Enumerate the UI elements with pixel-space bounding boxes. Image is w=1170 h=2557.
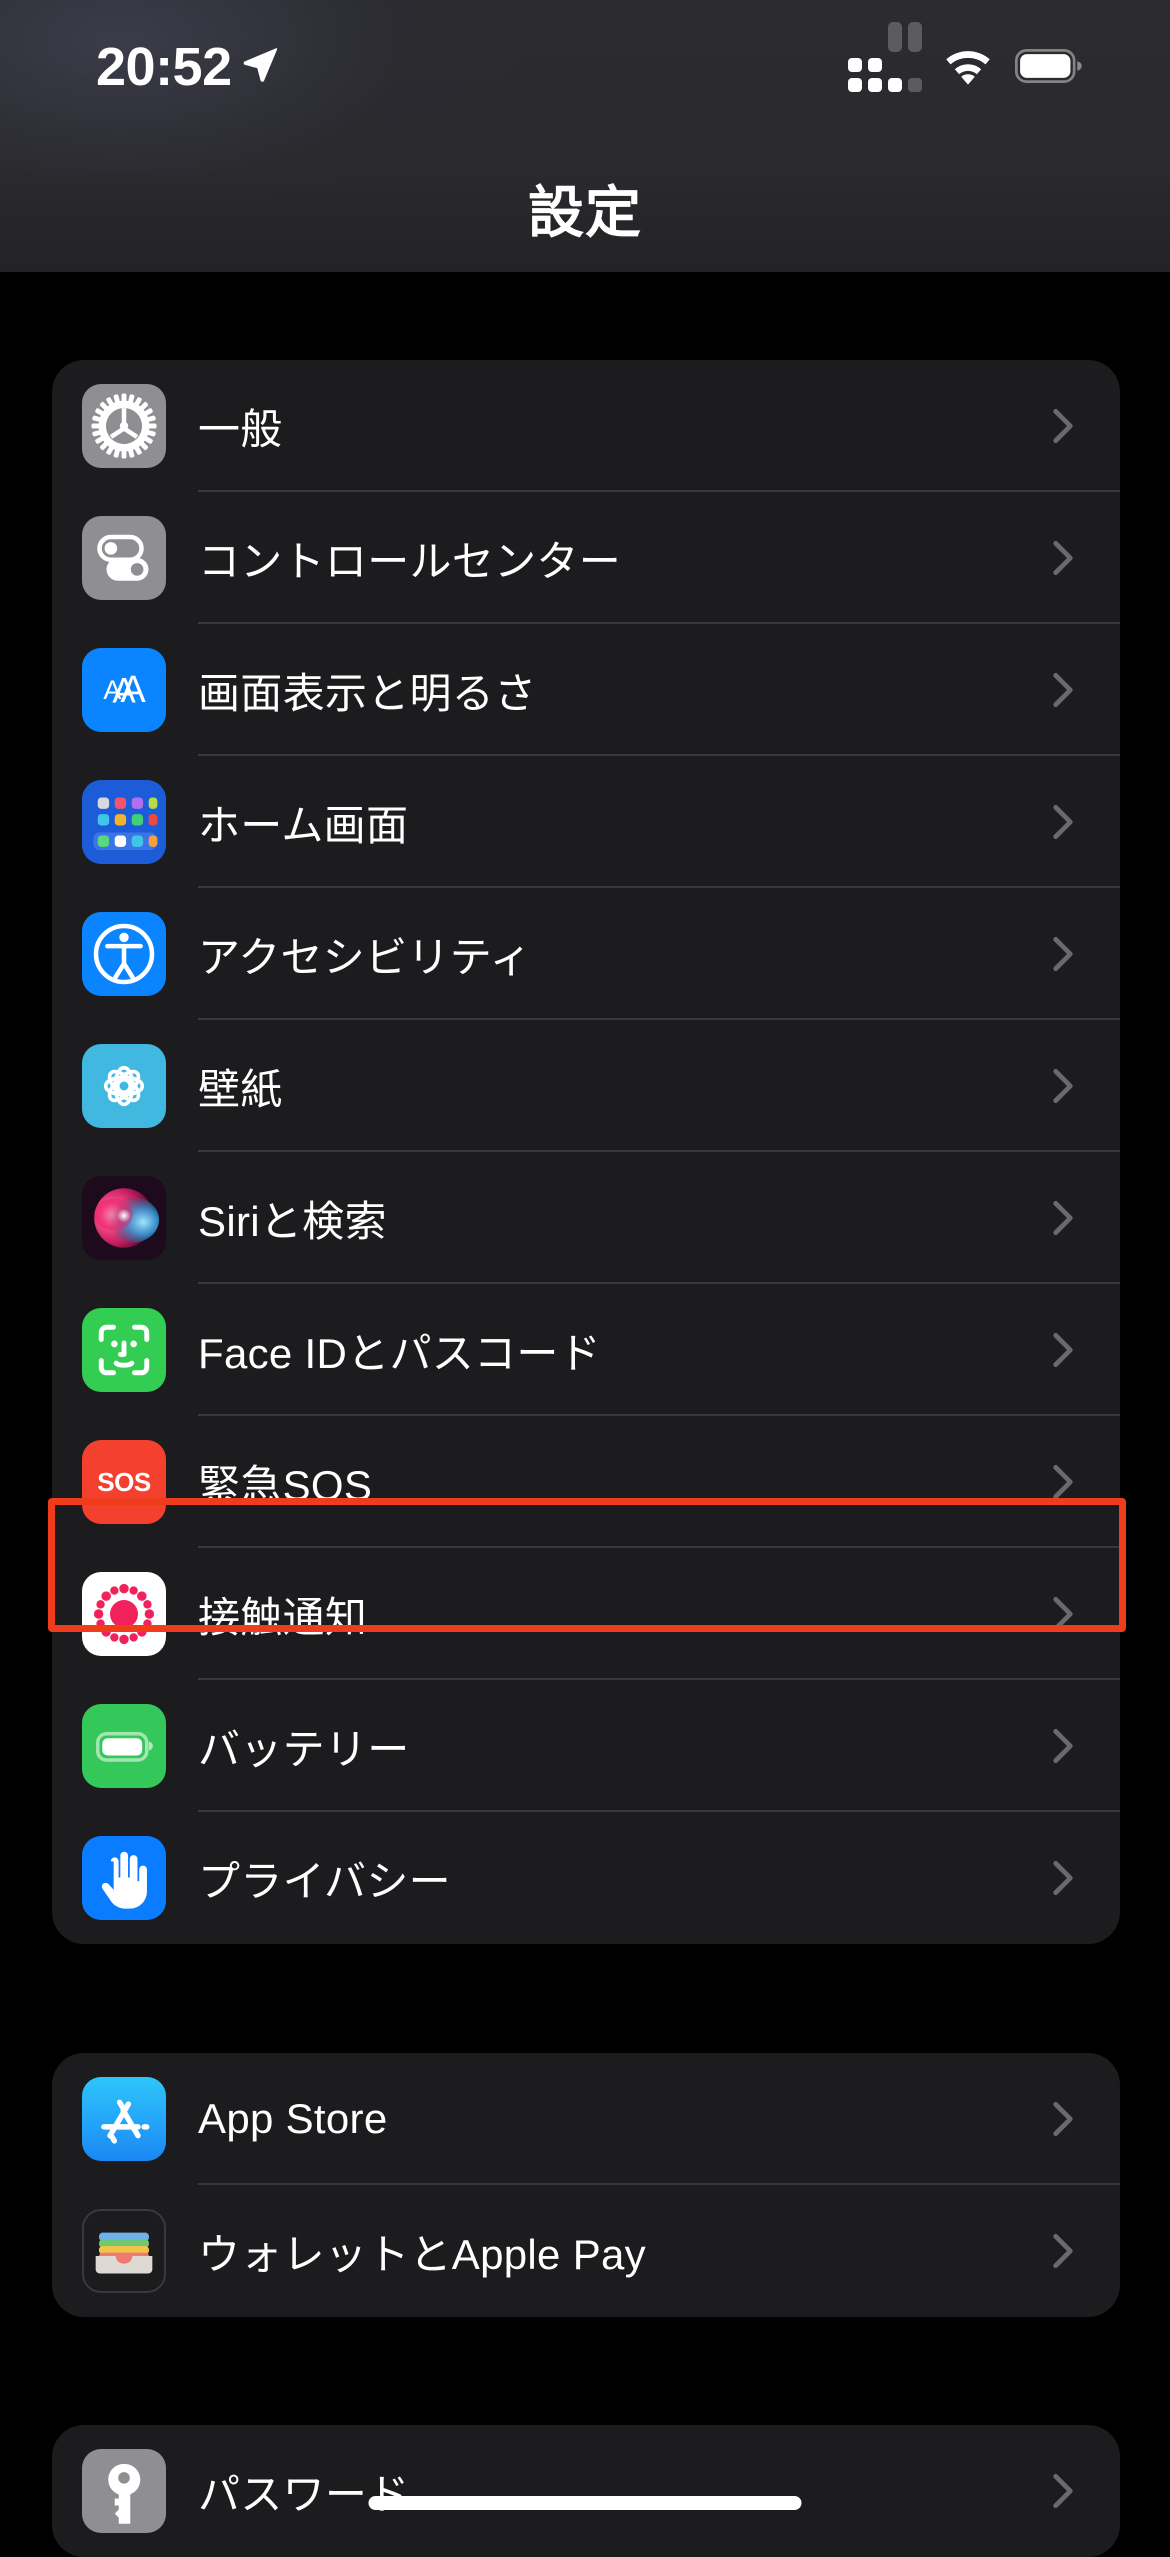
settings-row-label: バッテリー [198, 1725, 410, 1773]
settings-row-wallpaper[interactable]: 壁紙 [52, 1020, 1120, 1152]
settings-row-battery[interactable]: バッテリー [52, 1680, 1120, 1812]
settings-row-label: パスワード [198, 2470, 410, 2518]
settings-row-privacy[interactable]: プライバシー [52, 1812, 1120, 1944]
status-indicators [848, 22, 1084, 92]
settings-row-exposure-notifications[interactable]: 接触通知 [52, 1548, 1120, 1680]
chevron-right-icon [1053, 1596, 1073, 1632]
chevron-right-icon [1053, 1332, 1073, 1368]
settings-row-label: アクセシビリティ [198, 933, 532, 981]
passwords-key-icon [82, 2449, 166, 2533]
chevron-right-icon [1053, 804, 1073, 840]
settings-row-accessibility[interactable]: アクセシビリティ [52, 888, 1120, 1020]
home-screen-icon [82, 780, 166, 864]
chevron-right-icon [1053, 936, 1073, 972]
settings-row-label: コントロールセンター [198, 537, 622, 585]
settings-row-control-center[interactable]: コントロールセンター [52, 492, 1120, 624]
settings-row-display-brightness[interactable]: A AA 画面表示と明るさ [52, 624, 1120, 756]
chevron-right-icon [1053, 1200, 1073, 1236]
settings-row-home-screen[interactable]: ホーム画面 [52, 756, 1120, 888]
settings-row-label: ウォレットとApple Pay [198, 2230, 646, 2278]
wallpaper-icon [82, 1044, 166, 1128]
chevron-right-icon [1053, 672, 1073, 708]
cellular-signal-icon [848, 22, 922, 92]
chevron-right-icon [1053, 2473, 1073, 2509]
settings-row-siri-search[interactable]: Siriと検索 [52, 1152, 1120, 1284]
home-indicator[interactable] [368, 2496, 802, 2510]
siri-icon [82, 1176, 166, 1260]
settings-row-passwords[interactable]: パスワード [52, 2425, 1120, 2557]
chevron-right-icon [1053, 1860, 1073, 1896]
iphone-settings-screen: 20:52 設定 一般 コントロールセンター A A A 画面表示と明るさ ホー… [0, 0, 1170, 2557]
wifi-icon [946, 51, 990, 85]
settings-row-wallet-apple-pay[interactable]: ウォレットとApple Pay [52, 2185, 1120, 2317]
settings-row-label: プライバシー [198, 1857, 451, 1905]
settings-row-label: Face IDとパスコード [198, 1329, 601, 1377]
chevron-right-icon [1053, 1068, 1073, 1104]
toggles-icon [82, 516, 166, 600]
privacy-hand-icon [82, 1836, 166, 1920]
settings-row-app-store[interactable]: App Store [52, 2053, 1120, 2185]
settings-row-label: ホーム画面 [198, 801, 409, 849]
settings-row-emergency-sos[interactable]: SOS 緊急SOS [52, 1416, 1120, 1548]
settings-group-passwords: パスワード [52, 2425, 1120, 2557]
settings-group-store: App Store ウォレットとApple Pay [52, 2053, 1120, 2317]
face-id-icon [82, 1308, 166, 1392]
chevron-right-icon [1053, 408, 1073, 444]
page-title: 設定 [528, 181, 642, 244]
settings-row-label: 一般 [198, 405, 283, 453]
settings-row-label: 接触通知 [198, 1593, 368, 1641]
settings-row-label: App Store [198, 2095, 388, 2142]
location-arrow-icon [243, 48, 278, 82]
settings-row-general[interactable]: 一般 [52, 360, 1120, 492]
status-bar: 20:52 [0, 0, 1170, 130]
chevron-right-icon [1053, 2101, 1073, 2137]
exposure-notification-icon [82, 1572, 166, 1656]
app-store-icon [82, 2077, 166, 2161]
settings-row-label: 画面表示と明るさ [198, 669, 537, 717]
settings-row-label: Siriと検索 [198, 1197, 387, 1245]
settings-row-label: 壁紙 [198, 1065, 283, 1113]
chevron-right-icon [1053, 1728, 1073, 1764]
settings-list: 一般 コントロールセンター A A A 画面表示と明るさ ホーム画面 アクセシビ… [0, 272, 1170, 2557]
settings-row-label: 緊急SOS [198, 1461, 373, 1509]
chevron-right-icon [1053, 540, 1073, 576]
status-time: 20:52 [96, 37, 232, 97]
battery-icon [82, 1704, 166, 1788]
gear-icon [82, 384, 166, 468]
sos-icon: SOS [82, 1440, 166, 1524]
chevron-right-icon [1053, 2233, 1073, 2269]
chevron-right-icon [1053, 1464, 1073, 1500]
battery-full-icon [1015, 49, 1082, 83]
display-aa-icon: A AA [82, 648, 166, 732]
navigation-header: 20:52 設定 [0, 0, 1170, 272]
settings-row-face-id-passcode[interactable]: Face IDとパスコード [52, 1284, 1120, 1416]
settings-group-system: 一般 コントロールセンター A A A 画面表示と明るさ ホーム画面 アクセシビ… [52, 360, 1120, 1944]
accessibility-icon [82, 912, 166, 996]
wallet-icon [82, 2209, 166, 2293]
